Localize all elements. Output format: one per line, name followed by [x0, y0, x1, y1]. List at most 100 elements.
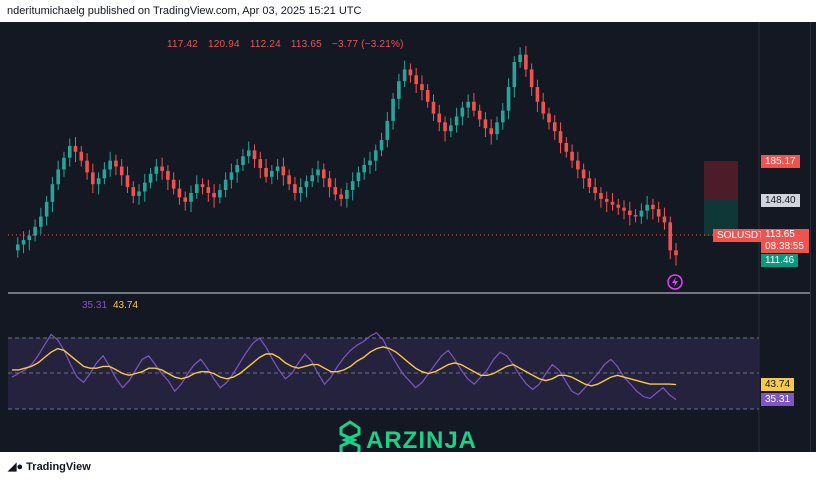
price-chart[interactable] — [0, 0, 816, 487]
entry-price-tag: 148.40 — [761, 194, 800, 207]
candle-body — [33, 226, 37, 236]
candle-body — [125, 175, 130, 188]
candle-body — [316, 169, 320, 176]
candle-body — [674, 250, 678, 256]
candle-body — [223, 179, 228, 191]
candle-body — [500, 110, 505, 123]
candle-body — [552, 122, 557, 132]
candle-body — [108, 160, 112, 170]
candle-body — [310, 175, 315, 182]
candle-body — [628, 210, 632, 216]
candle-body — [79, 151, 84, 161]
candle-body — [327, 178, 332, 188]
candle-body — [241, 156, 245, 166]
candle-body — [258, 159, 263, 168]
candle-body — [235, 165, 239, 173]
candle-body — [466, 101, 470, 108]
candle-body — [91, 172, 95, 185]
candle-body — [160, 166, 164, 171]
candle-body — [391, 98, 395, 121]
candle-body — [21, 240, 26, 245]
tradingview-logo-icon: ◢● — [8, 461, 24, 473]
lightning-icon[interactable] — [667, 274, 683, 290]
candle-body — [408, 69, 413, 76]
candle-body — [379, 140, 384, 151]
candle-body — [183, 197, 188, 202]
target-zone[interactable] — [704, 161, 738, 200]
rsi-ma-tag: 43.74 — [761, 378, 795, 391]
ohlc-readout: 117.42 120.94 112.24 113.65 −3.77 (−3.21%) — [161, 28, 414, 50]
candle-body — [44, 201, 49, 217]
candle-body — [414, 75, 418, 85]
candle-body — [420, 84, 424, 91]
candle-body — [212, 192, 216, 198]
candle-body — [668, 222, 673, 251]
candle-body — [425, 90, 430, 102]
candle-body — [599, 192, 603, 199]
candle-body — [472, 101, 476, 111]
candle-body — [177, 188, 182, 198]
countdown-value: 08:38:55 — [765, 241, 804, 252]
candle-body — [345, 190, 349, 199]
candle-body — [154, 166, 159, 174]
candle-body — [402, 69, 407, 82]
candle-body — [547, 113, 551, 123]
candle-body — [114, 160, 118, 167]
candle-body — [373, 150, 378, 161]
candle-body — [587, 178, 592, 188]
candle-body — [564, 142, 569, 152]
candle-body — [298, 187, 303, 193]
candle-body — [39, 216, 43, 227]
ohlc-low: 112.24 — [249, 39, 281, 50]
candle-body — [246, 150, 251, 157]
candle-body — [171, 179, 176, 189]
candle-body — [529, 69, 534, 88]
candle-body — [189, 192, 193, 202]
candle-body — [397, 81, 401, 99]
candle-body — [356, 172, 361, 182]
tradingview-logo[interactable]: ◢● TradingView — [8, 460, 91, 473]
candle-body — [229, 172, 234, 180]
target-price-tag: 185.17 — [761, 155, 800, 168]
candle-body — [194, 184, 199, 193]
tradingview-logo-text: TradingView — [26, 461, 91, 473]
footer — [0, 452, 816, 487]
candle-body — [264, 167, 268, 177]
candle-body — [27, 235, 32, 241]
candle-body — [524, 54, 528, 70]
candle-body — [270, 170, 274, 177]
candle-body — [460, 107, 465, 117]
current-price-tag: 113.65 08:38:55 — [761, 229, 809, 253]
candle-body — [73, 145, 78, 152]
candle-body — [437, 113, 442, 123]
candle-body — [449, 125, 453, 132]
candle-body — [385, 120, 390, 141]
rsi-peak-label: 35.31 — [82, 300, 108, 311]
ohlc-open: 117.42 — [166, 39, 199, 50]
candle-body — [350, 181, 355, 191]
candle-body — [200, 184, 205, 188]
candle-body — [512, 62, 517, 88]
candle-body — [651, 204, 655, 210]
candle-body — [96, 178, 101, 185]
candle-body — [102, 169, 107, 179]
candle-body — [281, 166, 286, 176]
candle-body — [483, 119, 488, 129]
watermark-text: ARZINJA — [366, 427, 478, 454]
candle-body — [645, 204, 649, 211]
candle-body — [604, 198, 609, 202]
candle-body — [593, 187, 597, 193]
candle-body — [206, 187, 211, 193]
candle-body — [275, 166, 280, 171]
candle-body — [339, 194, 343, 199]
ohlc-change: −3.77 (−3.21%) — [331, 39, 404, 50]
candle-body — [662, 216, 667, 223]
candle-body — [495, 122, 499, 135]
candle-body — [119, 166, 124, 176]
candle-body — [431, 101, 436, 114]
candle-body — [518, 54, 522, 63]
symbol-tag: SOLUSDT — [713, 229, 769, 242]
candle-body — [656, 209, 661, 217]
ohlc-high: 120.94 — [208, 39, 240, 50]
candle-body — [639, 210, 644, 217]
